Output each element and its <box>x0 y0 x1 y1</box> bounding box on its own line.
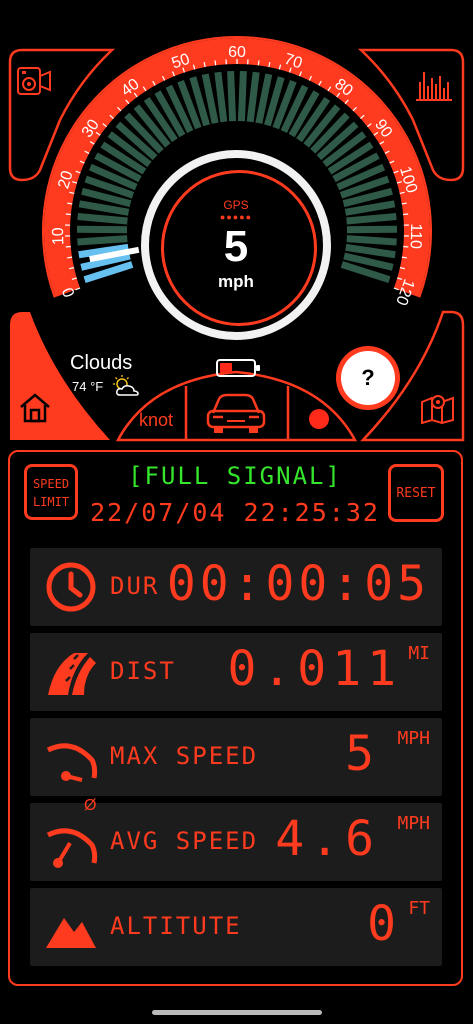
gauge-bar <box>345 243 396 259</box>
avg-speed-unit: MPH <box>397 813 430 834</box>
mountain-icon <box>46 918 96 948</box>
duration-value: 00:00:05 <box>166 556 430 612</box>
gauge-bar <box>78 200 130 216</box>
partly-cloudy-icon <box>113 375 139 396</box>
home-icon[interactable] <box>18 392 52 424</box>
speed-limit-line1: SPEED <box>32 477 70 491</box>
battery-icon <box>216 359 260 377</box>
altitude-value: 0 <box>367 896 402 952</box>
datetime: 22/07/04 22:25:32 <box>90 498 380 527</box>
reset-label: RESET <box>396 486 436 501</box>
gauge-bar <box>246 71 260 123</box>
max-speed-unit: MPH <box>397 728 430 749</box>
speed-limit-button[interactable]: SPEED LIMIT <box>24 464 78 520</box>
gauge-bar <box>346 225 398 234</box>
weather-temperature: 74 °F <box>72 379 103 394</box>
gauge-bar <box>214 71 228 123</box>
signal-status: [FULL SIGNAL] <box>128 462 342 490</box>
reset-button[interactable]: RESET <box>388 464 444 522</box>
gauge-tick-label: 120 <box>392 277 417 308</box>
clock-icon <box>46 562 96 612</box>
map-location-icon[interactable] <box>420 392 456 424</box>
gps-label: GPS <box>223 198 249 212</box>
duration-label: DUR <box>110 572 160 600</box>
gauge-tick-label: 10 <box>50 227 68 245</box>
max-speed-card: MAX SPEED 5 MPH <box>30 718 442 796</box>
gauge-bar <box>77 235 128 246</box>
car-icon[interactable] <box>205 391 267 435</box>
altitude-card: ALTITUTE 0 FT <box>30 888 442 966</box>
distance-card: DIST 0.011 MI <box>30 633 442 711</box>
gauge-bar <box>344 200 396 216</box>
max-speed-value: 5 <box>345 726 380 782</box>
gauge-bar <box>346 212 397 225</box>
gauge-bar <box>76 225 128 234</box>
gps-signal-dots: ●●●●● <box>219 212 253 222</box>
speedometer-avg-icon <box>46 828 98 868</box>
gauge-tick-label: 110 <box>407 223 425 249</box>
help-button[interactable]: ? <box>336 346 400 410</box>
gauge-bar <box>77 212 128 225</box>
gauge-minor-tick <box>67 256 73 259</box>
altitude-label: ALTITUTE <box>110 912 242 940</box>
average-symbol: Ø <box>84 797 97 814</box>
help-label: ? <box>341 351 395 405</box>
avg-speed-card: Ø AVG SPEED 4.6 MPH <box>30 797 442 881</box>
road-icon <box>48 653 96 695</box>
gauge-bar <box>237 70 247 122</box>
max-speed-label: MAX SPEED <box>110 742 259 770</box>
gauge-minor-tick <box>67 202 73 205</box>
distance-label: DIST <box>110 657 176 685</box>
gauge-bar <box>227 70 237 122</box>
gauge-minor-tick <box>257 60 260 66</box>
speed-readout: GPS ●●●●● 5 mph <box>141 150 331 340</box>
home-indicator <box>152 1010 322 1015</box>
speed-limit-line2: LIMIT <box>32 495 70 509</box>
gauge-tick-label: 60 <box>228 44 246 61</box>
distance-value: 0.011 <box>227 641 402 697</box>
distance-unit: MI <box>408 643 430 664</box>
speed-unit: mph <box>218 272 254 291</box>
bar-chart-icon[interactable] <box>414 68 454 102</box>
avg-speed-label: AVG SPEED <box>110 827 259 855</box>
gauge-minor-tick <box>401 256 407 259</box>
temperature-text: 74 °F <box>72 379 104 394</box>
altitude-unit: FT <box>408 898 430 919</box>
speedometer-icon <box>46 743 98 782</box>
gauge-bar <box>346 235 397 246</box>
record-button[interactable] <box>309 409 329 429</box>
unit-toggle-button[interactable]: knot <box>128 410 184 431</box>
duration-card: DUR 00:00:05 <box>30 548 442 626</box>
weather-condition: Clouds <box>70 352 133 374</box>
speed-value: 5 <box>223 222 249 271</box>
dashcam-icon[interactable] <box>16 64 56 98</box>
gauge-minor-tick <box>401 202 407 205</box>
gauge-minor-tick <box>214 60 217 66</box>
avg-speed-value: 4.6 <box>275 811 380 867</box>
